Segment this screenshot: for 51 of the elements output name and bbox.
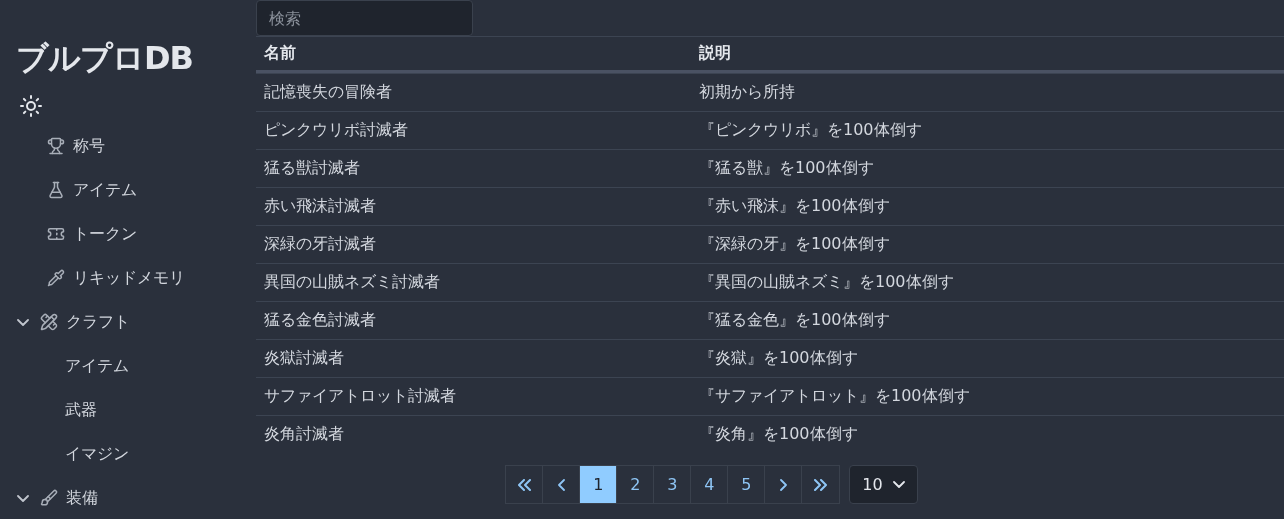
chevron-left-icon: [557, 478, 565, 491]
table-cell-text: 『深緑の牙』を100体倒す: [698, 233, 891, 255]
column-header: 説明: [698, 42, 732, 64]
table-cell-text: 炎獄討滅者: [263, 347, 345, 369]
nav-item[interactable]: リキッドメモリ: [73, 267, 185, 289]
table-cell-text: 『ピンクウリボ』を100体倒す: [698, 119, 923, 141]
nav-subitem[interactable]: アイテム: [65, 355, 129, 377]
table-cell-text: サファイアトロット討滅者: [263, 385, 457, 407]
trophy-icon: [47, 137, 65, 155]
table-cell-text: 猛る獣討滅者: [263, 157, 361, 179]
chevron-icon[interactable]: [14, 318, 32, 326]
nav-item[interactable]: 称号: [73, 135, 105, 157]
table-cell-text: 記憶喪失の冒険者: [263, 81, 393, 103]
page-button[interactable]: 1: [580, 466, 618, 503]
nav-item[interactable]: アイテム: [73, 179, 137, 201]
table-cell-text: 炎角討滅者: [263, 423, 345, 445]
table-cell-text: ピンクウリボ討滅者: [263, 119, 409, 141]
pipette-icon: [47, 269, 65, 287]
table-cell-text: 猛る金色討滅者: [263, 309, 377, 331]
page-size-select[interactable]: 10: [849, 465, 918, 504]
theme-toggle-sun-icon[interactable]: [19, 94, 43, 118]
chevron-icon[interactable]: [14, 494, 32, 502]
chevron-right-icon: [779, 478, 787, 491]
table-cell-text: 深緑の牙討滅者: [263, 233, 377, 255]
table-cell-text: 『炎獄』を100体倒す: [698, 347, 859, 369]
table-cell-text: 『猛る金色』を100体倒す: [698, 309, 891, 331]
column-header: 名前: [263, 42, 297, 64]
ticket-icon: [47, 225, 65, 243]
table-cell-text: 『猛る獣』を100体倒す: [698, 157, 875, 179]
pencil-ruler-icon: [40, 313, 58, 331]
nav-item[interactable]: クラフト: [66, 311, 130, 333]
table-cell-text: 『異国の山賊ネズミ』を100体倒す: [698, 271, 955, 293]
search-field[interactable]: 検索: [256, 0, 473, 36]
brush-icon: [40, 489, 58, 507]
table-cell-text: 初期から所持: [698, 81, 796, 103]
table-cell-text: 『サファイアトロット』を100体倒す: [698, 385, 971, 407]
app-title: ブルプロDB: [16, 38, 194, 78]
double-chevron-right-icon: [814, 478, 828, 491]
nav-item[interactable]: 装備: [66, 487, 98, 509]
nav-item[interactable]: トークン: [73, 223, 137, 245]
nav-subitem[interactable]: イマジン: [65, 443, 129, 465]
chevron-down-icon: [892, 481, 905, 488]
table-cell-text: 異国の山賊ネズミ討滅者: [263, 271, 441, 293]
table-cell-text: 赤い飛沫討滅者: [263, 195, 377, 217]
table-cell-text: 『赤い飛沫』を100体倒す: [698, 195, 891, 217]
chevron-down-icon: [17, 494, 29, 502]
nav-subitem[interactable]: 武器: [65, 399, 97, 421]
flask-icon: [47, 181, 65, 199]
chevron-down-icon: [17, 318, 29, 326]
double-chevron-left-icon: [517, 478, 531, 491]
table-cell-text: 『炎角』を100体倒す: [698, 423, 859, 445]
